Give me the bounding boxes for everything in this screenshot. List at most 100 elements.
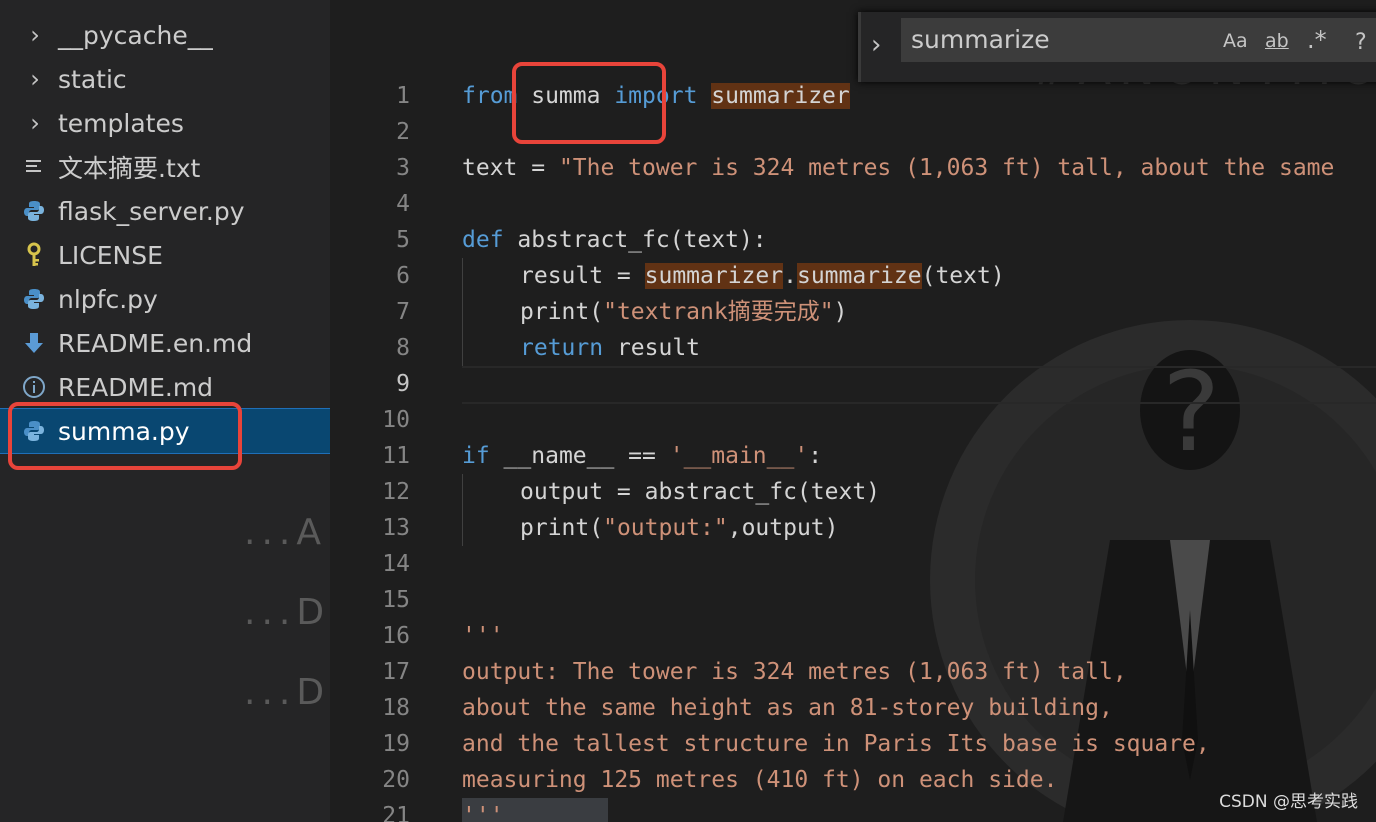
code-token: result — [603, 335, 701, 361]
line-number: 16 — [382, 623, 410, 649]
find-input[interactable]: summarize — [901, 18, 1376, 62]
watermark: CSDN @思考实践 — [1219, 792, 1358, 812]
line-number: 14 — [382, 551, 410, 577]
code-token: abstract_fc(text): — [503, 227, 767, 253]
search-match: summarizer — [644, 263, 784, 289]
code-line-19: and the tallest structure in Paris Its b… — [462, 731, 1210, 757]
tree-item-label: summa.py — [58, 416, 190, 446]
code-token: __name__ == — [489, 443, 670, 469]
tree-item-templates[interactable]: › templates — [0, 101, 330, 145]
code-line-16: ''' — [462, 623, 504, 649]
code-line-18: about the same height as an 81-storey bu… — [462, 695, 1113, 721]
code-token: summa — [517, 83, 615, 109]
tree-item-text-file[interactable]: 文本摘要.txt — [0, 145, 330, 189]
string-literal: "textrank摘要完成" — [603, 299, 834, 325]
tree-item-license[interactable]: LICENSE — [0, 233, 330, 277]
line-number: 6 — [396, 263, 410, 289]
code-token: : — [808, 443, 823, 469]
code-line-20: measuring 125 metres (410 ft) on each si… — [462, 767, 1058, 793]
current-line-highlight — [462, 366, 1376, 404]
markdown-download-icon — [20, 321, 48, 365]
line-number: 8 — [396, 335, 410, 361]
code-line-17: output: The tower is 324 metres (1,063 f… — [462, 659, 1127, 685]
chevron-right-icon[interactable]: › — [24, 57, 46, 101]
search-match: summarize — [796, 263, 922, 289]
keyword: return — [520, 335, 604, 361]
line-number: 21 — [382, 803, 410, 822]
chevron-right-icon[interactable]: › — [24, 101, 46, 145]
code-token: . — [783, 263, 797, 289]
code-line-12: output = abstract_fc(text) — [520, 479, 881, 505]
tree-item-pycache[interactable]: › __pycache__ — [0, 13, 330, 57]
code-line-1: from summa import summarizer — [462, 78, 850, 114]
key-icon — [20, 233, 48, 277]
text-file-icon — [20, 145, 48, 189]
code-token: print( — [520, 299, 604, 325]
string-literal: "output:" — [603, 515, 728, 541]
keyword: from — [462, 83, 518, 109]
tree-item-label: static — [58, 64, 127, 94]
keyword: def — [462, 227, 504, 253]
python-icon — [20, 409, 48, 453]
tree-item-readme[interactable]: README.md — [0, 365, 330, 409]
string-literal: "The tower is 324 metres (1,063 ft) tall… — [558, 155, 1335, 181]
tree-item-static[interactable]: › static — [0, 57, 330, 101]
whole-word-toggle[interactable]: ab — [1265, 30, 1289, 52]
bg-text-forgive: ...DO NOT FORGIVE — [244, 592, 330, 633]
python-icon — [20, 277, 48, 321]
code-token: ,output) — [727, 515, 839, 541]
tree-item-label: 文本摘要.txt — [58, 154, 201, 183]
chevron-right-icon[interactable]: › — [871, 30, 881, 60]
line-number: 17 — [382, 659, 410, 685]
bg-text-forget: ...DO NOT FORGET — [244, 672, 330, 713]
line-number: 11 — [382, 443, 410, 469]
line-number: 19 — [382, 731, 410, 757]
line-number: 15 — [382, 587, 410, 613]
line-number: 3 — [396, 155, 410, 181]
code-token: result = — [520, 263, 645, 289]
python-icon — [20, 189, 48, 233]
code-line-7: print("textrank摘要完成") — [520, 294, 847, 330]
code-line-6: result = summarizer.summarize(text) — [520, 258, 1005, 294]
tree-item-summa[interactable]: summa.py — [0, 408, 330, 454]
bg-text-legion: ...ARE LEGION — [244, 512, 330, 553]
code-token: text = — [462, 155, 559, 181]
keyword: import — [614, 83, 698, 109]
search-match: summarizer — [711, 83, 850, 109]
tree-item-label: README.en.md — [58, 328, 253, 358]
code-line-21: ''' — [462, 798, 608, 822]
tree-item-label: templates — [58, 108, 184, 138]
help-icon[interactable]: ? — [1355, 30, 1367, 55]
tree-item-flask-server[interactable]: flask_server.py — [0, 189, 330, 233]
line-number: 13 — [382, 515, 410, 541]
code-line-5: def abstract_fc(text): — [462, 222, 767, 258]
line-number: 4 — [396, 191, 410, 217]
code-token: (text) — [921, 263, 1005, 289]
tree-item-label: nlpfc.py — [58, 284, 158, 314]
explorer-sidebar: › __pycache__ › static › templates 文本摘要.… — [0, 0, 330, 822]
line-number: 20 — [382, 767, 410, 793]
tree-item-nlpfc[interactable]: nlpfc.py — [0, 277, 330, 321]
indent-guide — [462, 474, 463, 546]
code-token: print( — [520, 515, 604, 541]
code-editor[interactable]: ? #ANONYMO WE 1 2 3 4 5 6 7 8 9 10 11 12… — [330, 0, 1376, 822]
code-token: ) — [833, 299, 848, 325]
tree-item-label: LICENSE — [58, 240, 163, 270]
tree-item-label: __pycache__ — [58, 20, 213, 50]
indent-guide — [462, 258, 463, 366]
tree-item-label: README.md — [58, 372, 214, 402]
code-line-8: return result — [520, 330, 700, 366]
find-widget: › summarize Aa ab .* ? — [858, 12, 1376, 82]
keyword: if — [462, 443, 490, 469]
tree-item-readme-en[interactable]: README.en.md — [0, 321, 330, 365]
match-case-toggle[interactable]: Aa — [1223, 30, 1248, 52]
line-number: 1 — [396, 83, 410, 109]
string-literal: '__main__' — [669, 443, 809, 469]
line-number: 5 — [396, 227, 410, 253]
tree-item-label: flask_server.py — [58, 196, 245, 226]
line-number: 12 — [382, 479, 410, 505]
regex-toggle[interactable]: .* — [1307, 26, 1327, 54]
chevron-right-icon[interactable]: › — [24, 13, 46, 57]
code-line-13: print("output:",output) — [520, 510, 839, 546]
